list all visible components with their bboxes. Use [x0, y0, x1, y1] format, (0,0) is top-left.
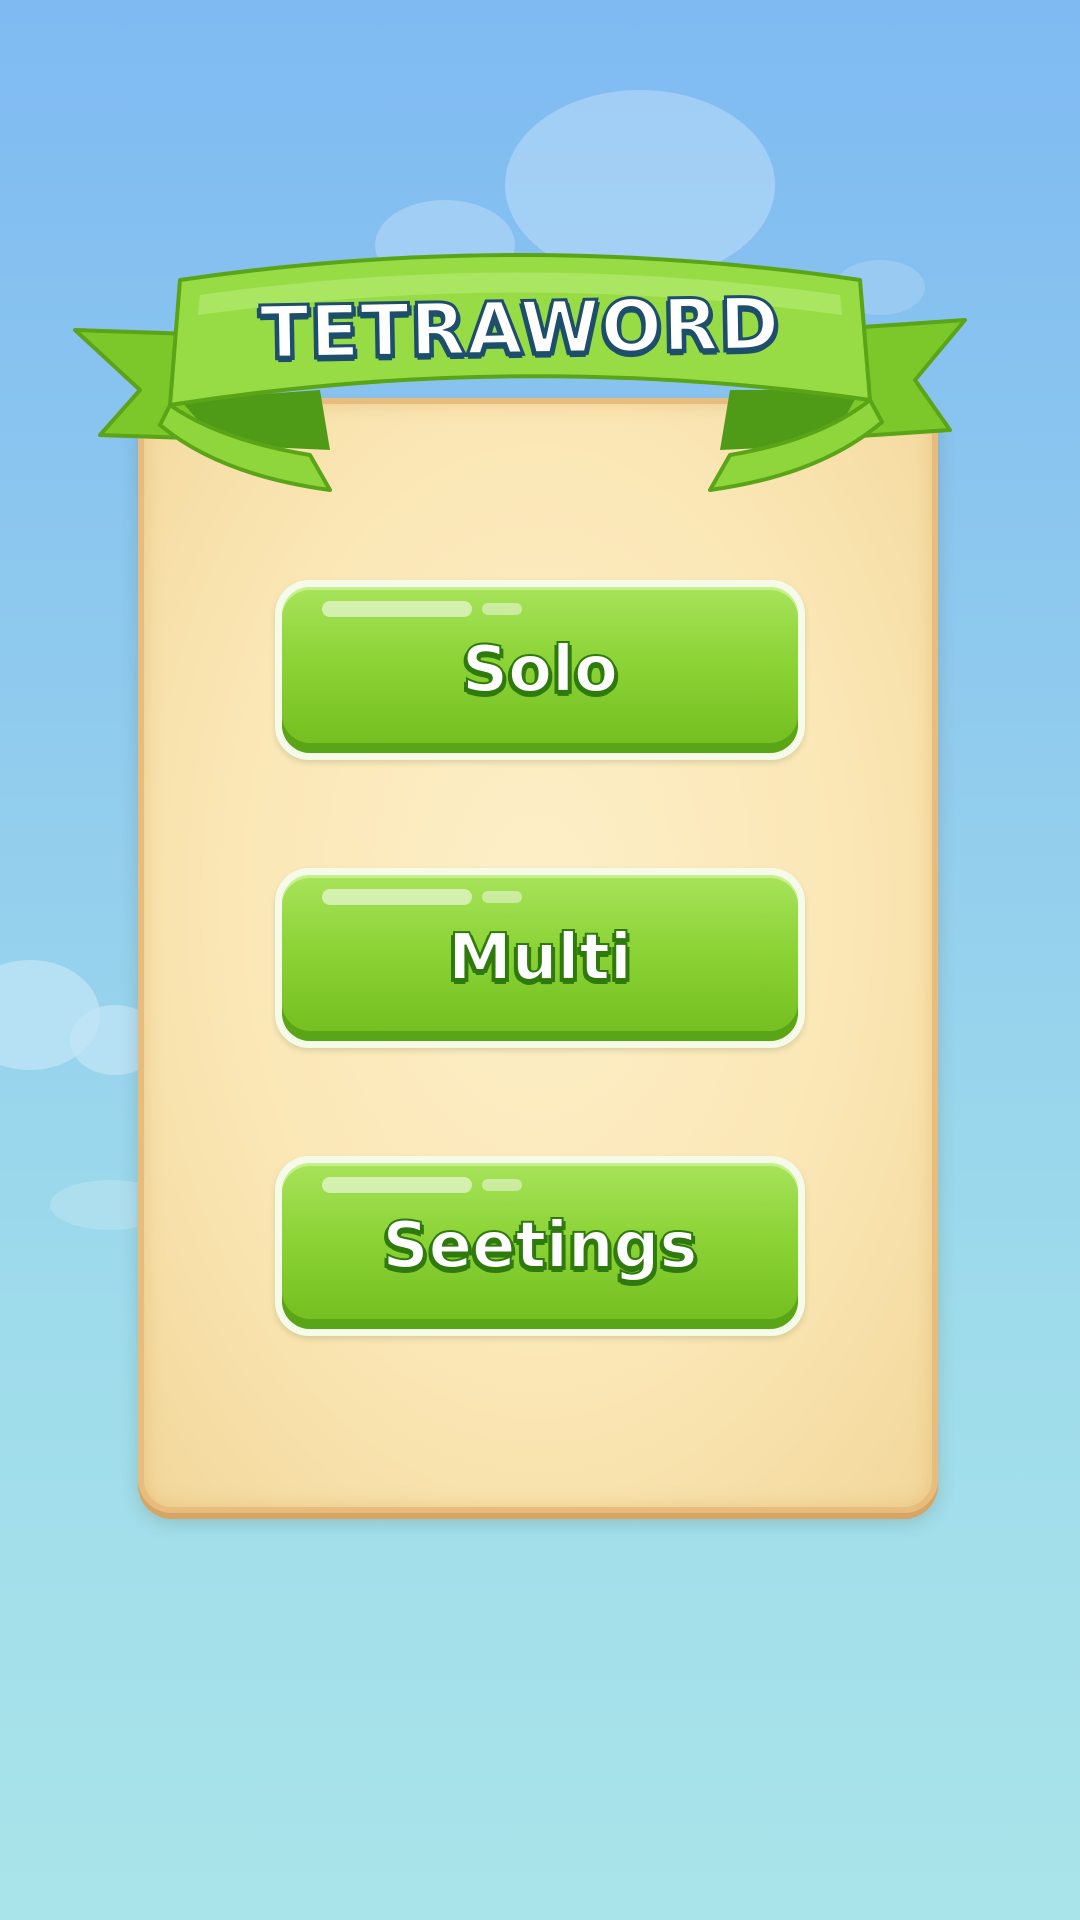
solo-button[interactable]: Solo: [275, 580, 805, 760]
multi-button[interactable]: Multi: [275, 868, 805, 1048]
button-face: Multi: [282, 875, 798, 1041]
button-face: Solo: [282, 587, 798, 753]
title-ribbon-banner: TETRAWORD: [70, 240, 970, 500]
settings-button[interactable]: Seetings: [275, 1156, 805, 1336]
multi-button-label: Multi: [447, 920, 633, 996]
solo-button-label: Solo: [461, 632, 619, 708]
button-face: Seetings: [282, 1163, 798, 1329]
game-title: TETRAWORD: [258, 280, 783, 376]
game-main-menu-screen: TETRAWORD Solo Multi Seetings: [0, 0, 1080, 1920]
settings-button-label: Seetings: [382, 1208, 699, 1284]
